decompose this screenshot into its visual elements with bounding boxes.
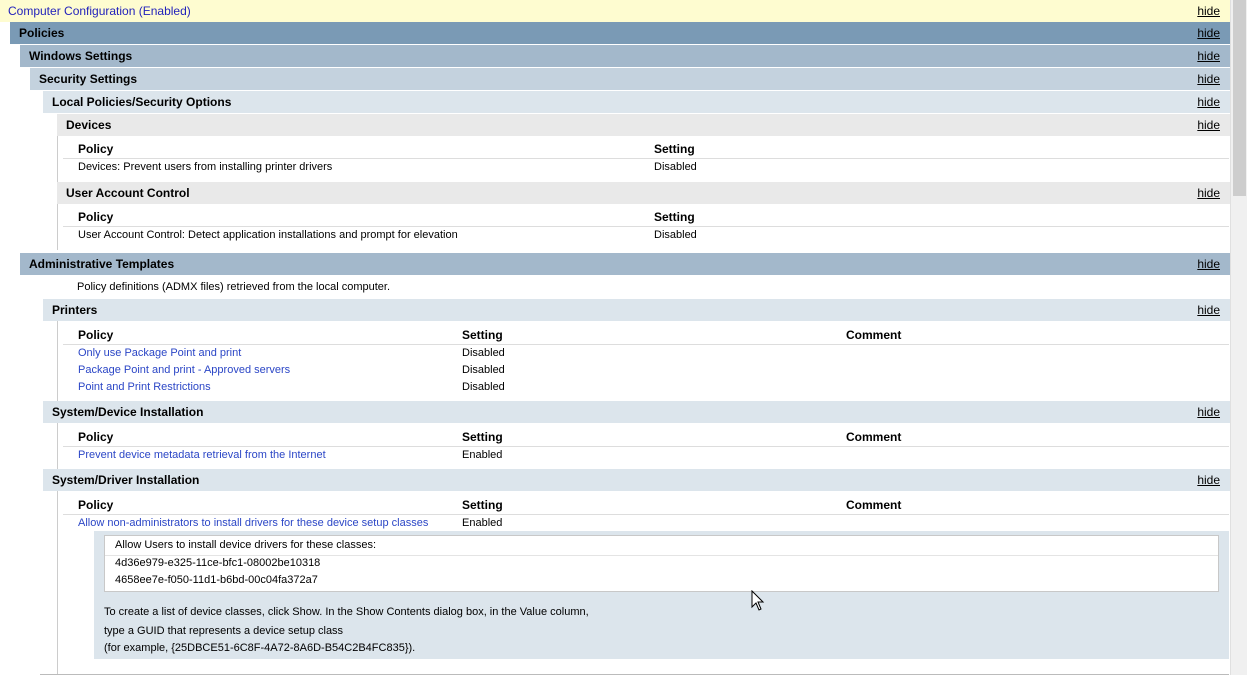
policy-link[interactable]: Point and Print Restrictions — [78, 381, 211, 393]
section-security-settings: Security Settings hide — [30, 68, 1230, 90]
column-header-setting: Setting — [462, 328, 503, 342]
hide-link-driver-installation[interactable]: hide — [1197, 473, 1220, 487]
computer-configuration-title[interactable]: Computer Configuration (Enabled) — [8, 4, 191, 18]
divider — [63, 158, 1229, 159]
policy-link[interactable]: Prevent device metadata retrieval from t… — [78, 449, 326, 461]
guid-list-box: Allow Users to install device drivers fo… — [104, 535, 1219, 592]
guid-value: 4658ee7e-f050-11d1-b6bd-00c04fa372a7 — [115, 574, 318, 586]
help-text-line: (for example, {25DBCE51-6C8F-4A72-8A6D-B… — [104, 642, 416, 654]
section-title-security-settings: Security Settings — [39, 72, 138, 86]
policy-name: User Account Control: Detect application… — [78, 229, 458, 241]
section-title-driver-installation: System/Driver Installation — [52, 473, 200, 487]
section-title-local-policies: Local Policies/Security Options — [52, 95, 232, 109]
section-devices: Devices hide — [57, 114, 1230, 136]
column-header-policy: Policy — [78, 210, 114, 224]
hide-link-local-policies[interactable]: hide — [1197, 95, 1220, 109]
policy-setting: Enabled — [462, 449, 503, 461]
help-text-line: type a GUID that represents a device set… — [104, 625, 344, 637]
section-title-policies: Policies — [19, 26, 65, 40]
column-header-setting: Setting — [462, 430, 503, 444]
uac-table: Policy Setting User Account Control: Det… — [57, 204, 1229, 250]
hide-link-device-installation[interactable]: hide — [1197, 405, 1220, 419]
policy-link[interactable]: Package Point and print - Approved serve… — [78, 364, 290, 376]
divider — [63, 514, 1229, 515]
admin-templates-note: Policy definitions (ADMX files) retrieve… — [77, 281, 391, 293]
policy-link[interactable]: Only use Package Point and print — [78, 347, 241, 359]
policy-setting: Disabled — [654, 161, 697, 173]
policy-setting: Disabled — [462, 347, 505, 359]
divider — [63, 226, 1229, 227]
vertical-scrollbar[interactable] — [1230, 0, 1247, 675]
section-local-policies: Local Policies/Security Options hide — [43, 91, 1230, 113]
policy-setting: Disabled — [654, 229, 697, 241]
column-header-setting: Setting — [654, 210, 695, 224]
hide-link-windows-settings[interactable]: hide — [1197, 49, 1220, 63]
scrollbar-thumb[interactable] — [1233, 0, 1246, 196]
mouse-cursor-icon — [751, 590, 765, 611]
guid-list-label: Allow Users to install device drivers fo… — [115, 539, 377, 551]
printers-table: Policy Setting Comment Only use Package … — [57, 321, 1229, 401]
hide-link-printers[interactable]: hide — [1197, 303, 1220, 317]
section-driver-installation: System/Driver Installation hide — [43, 469, 1230, 491]
policy-setting: Enabled — [462, 517, 503, 529]
section-title-devices: Devices — [66, 118, 112, 132]
section-printers: Printers hide — [43, 299, 1230, 321]
column-header-setting: Setting — [462, 498, 503, 512]
policy-setting: Disabled — [462, 381, 505, 393]
section-title-administrative-templates: Administrative Templates — [29, 257, 175, 271]
section-windows-settings: Windows Settings hide — [20, 45, 1230, 67]
column-header-policy: Policy — [78, 430, 114, 444]
guid-value: 4d36e979-e325-11ce-bfc1-08002be10318 — [115, 557, 321, 569]
column-header-setting: Setting — [654, 142, 695, 156]
divider — [63, 446, 1229, 447]
driver-installation-table: Policy Setting Comment Allow non-adminis… — [57, 491, 1229, 675]
section-administrative-templates: Administrative Templates hide — [20, 253, 1230, 275]
section-title-printers: Printers — [52, 303, 98, 317]
help-text-line: To create a list of device classes, clic… — [104, 606, 589, 618]
divider — [105, 555, 1218, 556]
section-title-windows-settings: Windows Settings — [29, 49, 133, 63]
column-header-comment: Comment — [846, 498, 902, 512]
policy-link[interactable]: Allow non-administrators to install driv… — [78, 517, 428, 529]
divider — [63, 344, 1229, 345]
section-title-user-account-control: User Account Control — [66, 186, 190, 200]
column-header-comment: Comment — [846, 430, 902, 444]
section-user-account-control: User Account Control hide — [57, 182, 1230, 204]
section-title-device-installation: System/Device Installation — [52, 405, 204, 419]
policy-detail-panel: Allow Users to install device drivers fo… — [94, 531, 1229, 659]
hide-link-devices[interactable]: hide — [1197, 118, 1220, 132]
section-device-installation: System/Device Installation hide — [43, 401, 1230, 423]
column-header-policy: Policy — [78, 142, 114, 156]
hide-link-policies[interactable]: hide — [1197, 26, 1220, 40]
hide-link-computer-configuration[interactable]: hide — [1197, 4, 1220, 18]
column-header-policy: Policy — [78, 498, 114, 512]
computer-configuration-header: Computer Configuration (Enabled) hide — [0, 0, 1230, 22]
policy-setting: Disabled — [462, 364, 505, 376]
column-header-policy: Policy — [78, 328, 114, 342]
hide-link-administrative-templates[interactable]: hide — [1197, 257, 1220, 271]
device-installation-table: Policy Setting Comment Prevent device me… — [57, 423, 1229, 469]
column-header-comment: Comment — [846, 328, 902, 342]
hide-link-user-account-control[interactable]: hide — [1197, 186, 1220, 200]
section-policies: Policies hide — [10, 22, 1230, 44]
policy-name: Devices: Prevent users from installing p… — [78, 161, 333, 173]
hide-link-security-settings[interactable]: hide — [1197, 72, 1220, 86]
devices-table: Policy Setting Devices: Prevent users fr… — [57, 136, 1229, 182]
